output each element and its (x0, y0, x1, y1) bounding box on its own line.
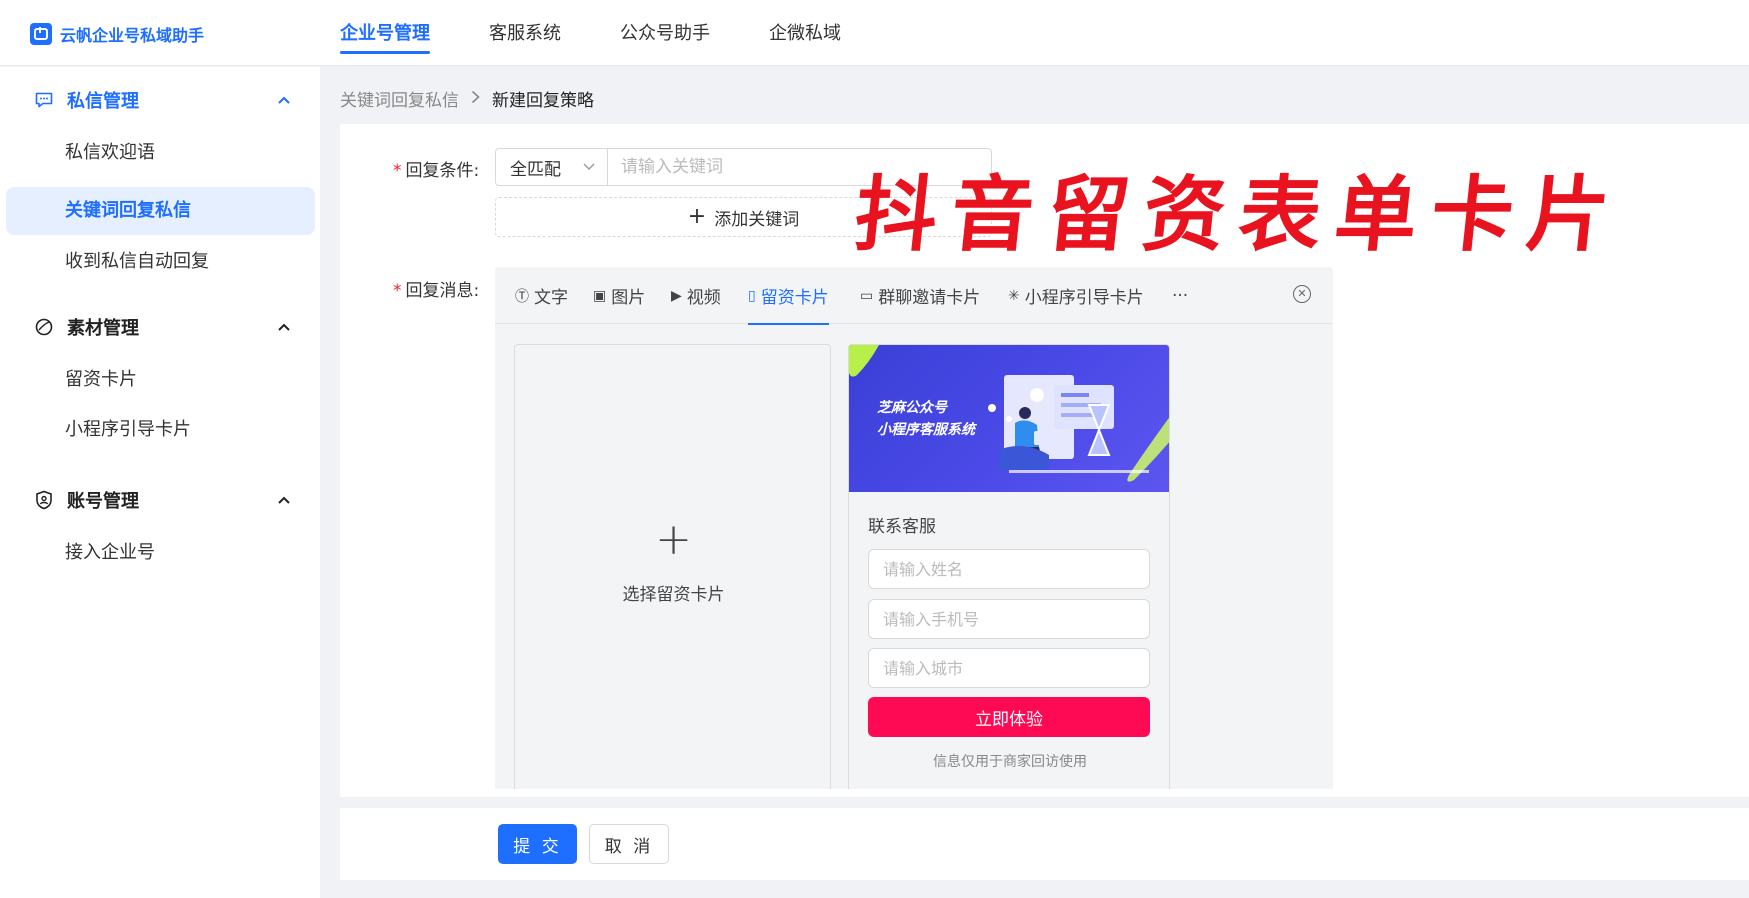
chevron-down-icon (583, 160, 595, 175)
tab-label: 留资卡片 (760, 288, 829, 308)
sidebar-item-welcome-message[interactable]: 私信欢迎语 (6, 129, 315, 177)
sidebar-item-mini-program-card[interactable]: 小程序引导卡片 (6, 406, 315, 454)
match-mode-select[interactable]: 全匹配 (495, 148, 607, 186)
more-icon: ··· (1172, 285, 1189, 306)
sidebar-group-accounts[interactable]: 账号管理 (0, 475, 320, 525)
city-field[interactable] (868, 648, 1150, 688)
chevron-up-icon (278, 492, 290, 508)
breadcrumb-parent[interactable]: 关键词回复私信 (340, 86, 459, 111)
tab-text[interactable]: Ⓣ 文字 (515, 267, 568, 324)
mini-program-icon: ✳ (1008, 287, 1020, 304)
message-icon (34, 90, 54, 110)
close-icon[interactable]: ✕ (1293, 285, 1311, 303)
select-lead-card-button[interactable]: + 选择留资卡片 (514, 344, 831, 789)
sidebar-group-messages[interactable]: 私信管理 (0, 75, 320, 125)
topnav-wecom-private[interactable]: 企微私域 (769, 0, 841, 66)
tab-mini-program[interactable]: ✳ 小程序引导卡片 (1008, 267, 1144, 324)
cancel-button[interactable]: 取 消 (589, 824, 669, 864)
name-field[interactable] (868, 549, 1150, 589)
breadcrumb-current: 新建回复策略 (492, 91, 594, 111)
banner-text: 芝麻公众号 小程序客服系统 (877, 397, 975, 441)
tab-lead-card[interactable]: ▯ 留资卡片 (748, 267, 829, 325)
phone-field[interactable] (868, 599, 1150, 639)
preview-title: 联系客服 (868, 517, 936, 537)
reply-condition-text: 回复条件: (405, 161, 480, 181)
try-now-button[interactable]: 立即体验 (868, 697, 1150, 737)
submit-button[interactable]: 提 交 (498, 824, 577, 864)
tab-label: 小程序引导卡片 (1024, 288, 1144, 308)
tab-group-invite[interactable]: ▭ 群聊邀请卡片 (860, 267, 980, 324)
sidebar: 私信管理 私信欢迎语 关键词回复私信 收到私信自动回复 素材管理 留资卡片 小程… (0, 67, 320, 898)
chevron-right-icon (471, 89, 480, 108)
top-bar: 云帆企业号私域助手 企业号管理 客服系统 公众号助手 企微私域 (0, 0, 1749, 66)
message-type-tabs: Ⓣ 文字 ▣ 图片 ▶ 视频 ▯ 留资卡片 ▭ 群聊邀请卡片 ✳ 小程序引导卡片… (495, 267, 1333, 325)
overlay-title: 抖音留资表单卡片 (850, 167, 1629, 263)
topnav-enterprise-account[interactable]: 企业号管理 (340, 0, 430, 66)
sidebar-group-label: 素材管理 (67, 318, 139, 339)
reply-message-panel: Ⓣ 文字 ▣ 图片 ▶ 视频 ▯ 留资卡片 ▭ 群聊邀请卡片 ✳ 小程序引导卡片… (495, 267, 1333, 789)
preview-banner-image: 芝麻公众号 小程序客服系统 (849, 345, 1169, 492)
reply-message-text: 回复消息: (405, 281, 480, 301)
app-name: 云帆企业号私域助手 (60, 26, 205, 45)
sidebar-group-label: 账号管理 (67, 491, 139, 512)
chevron-up-icon (278, 319, 290, 335)
select-lead-card-label: 选择留资卡片 (622, 585, 725, 605)
sidebar-item-keyword-reply[interactable]: 关键词回复私信 (6, 187, 315, 235)
plus-icon: + (687, 204, 707, 229)
banner-line-2: 小程序客服系统 (877, 422, 975, 438)
topnav-customer-service[interactable]: 客服系统 (489, 0, 561, 66)
topnav-official-account[interactable]: 公众号助手 (620, 0, 710, 66)
plus-icon: + (655, 514, 692, 565)
text-icon: Ⓣ (515, 288, 529, 305)
app-logo[interactable]: 云帆企业号私域助手 (30, 22, 204, 46)
image-icon: ▣ (593, 287, 607, 304)
logo-icon (30, 23, 52, 45)
tab-video[interactable]: ▶ 视频 (671, 267, 721, 324)
tab-label: 视频 (686, 288, 721, 308)
tab-label: 文字 (534, 288, 568, 308)
tab-label: 群聊邀请卡片 (878, 288, 981, 308)
top-nav: 企业号管理 客服系统 公众号助手 企微私域 (340, 0, 900, 66)
sidebar-group-materials[interactable]: 素材管理 (0, 302, 320, 352)
sidebar-item-connect-account[interactable]: 接入企业号 (6, 529, 315, 577)
breadcrumb: 关键词回复私信 新建回复策略 (340, 86, 594, 111)
lead-card-icon: ▯ (748, 287, 756, 304)
privacy-note: 信息仅用于商家回访使用 (933, 754, 1087, 770)
tab-label: 图片 (611, 288, 646, 308)
required-mark: * (393, 161, 402, 181)
add-keyword-label: 添加关键词 (714, 209, 800, 230)
video-icon: ▶ (671, 287, 682, 304)
tab-image[interactable]: ▣ 图片 (593, 267, 645, 324)
lead-card-preview: 芝麻公众号 小程序客服系统 联系客服 立即体验 信息仅用于商家回访使用 (848, 344, 1170, 789)
material-icon (34, 317, 54, 337)
reply-condition-label: * 回复条件: (393, 156, 479, 181)
sidebar-item-lead-card[interactable]: 留资卡片 (6, 356, 315, 404)
required-mark: * (393, 281, 402, 301)
banner-line-1: 芝麻公众号 (877, 400, 947, 416)
reply-message-label: * 回复消息: (393, 276, 479, 301)
shield-icon (34, 490, 54, 510)
sidebar-group-label: 私信管理 (67, 91, 139, 112)
group-invite-icon: ▭ (860, 287, 874, 304)
sidebar-item-auto-reply[interactable]: 收到私信自动回复 (6, 238, 315, 286)
more-tabs-button[interactable]: ··· (1172, 267, 1188, 324)
match-mode-value: 全匹配 (510, 159, 561, 180)
chevron-up-icon (278, 92, 290, 108)
